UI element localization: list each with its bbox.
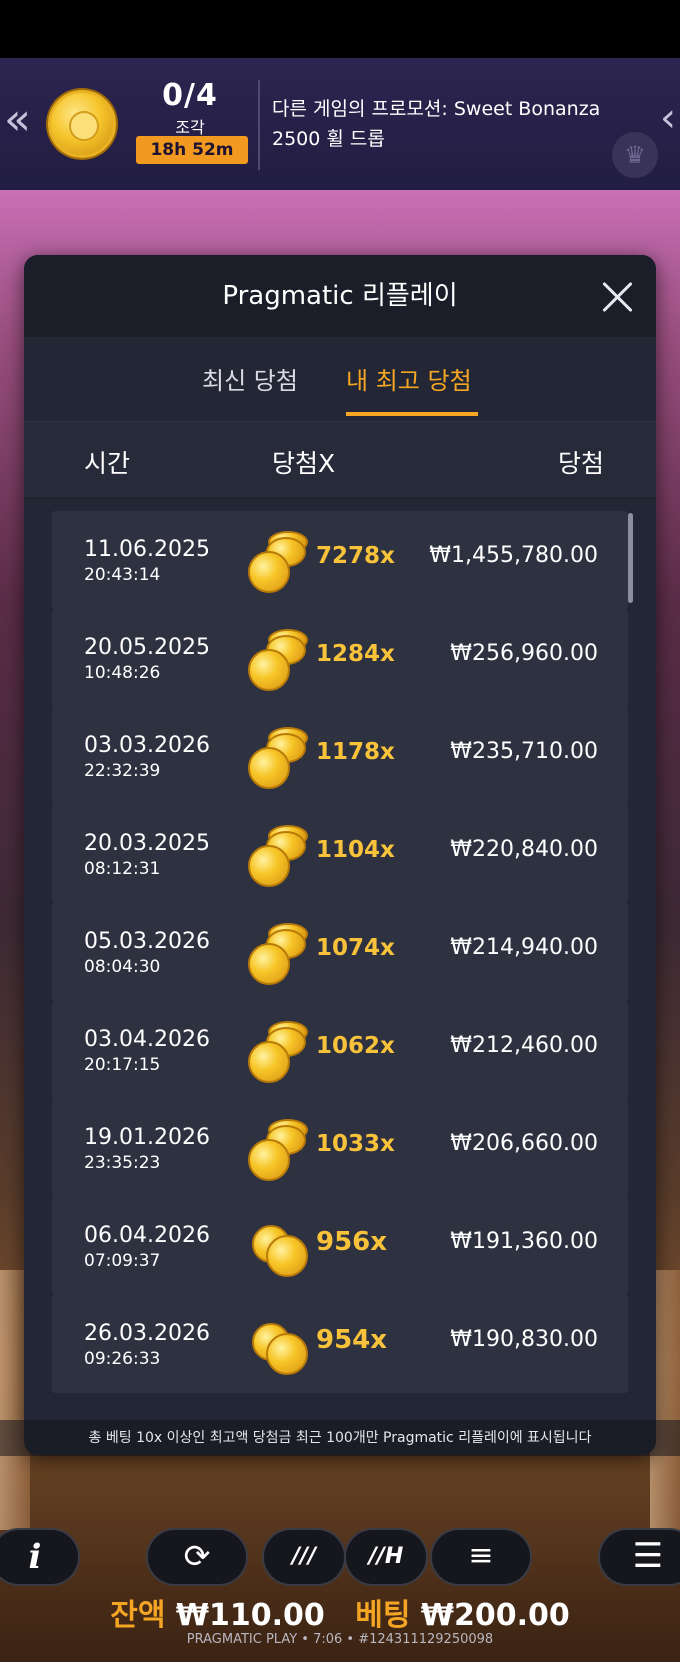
promo-collapse-arrow-icon[interactable]: ‹ (660, 98, 676, 138)
row-time: 20:17:15 (84, 1055, 161, 1075)
row-date: 05.03.2026 (84, 929, 210, 954)
turbo-spin-button[interactable]: /// (262, 1528, 346, 1586)
table-row[interactable]: 03.04.2026 20:17:15 1062x ₩212,460.00 (52, 1001, 628, 1099)
hyper-spin-button[interactable]: //H (344, 1528, 428, 1586)
promo-text: 다른 게임의 프로모션: Sweet Bonanza 2500 휠 드롭 (272, 98, 601, 150)
table-row[interactable]: 26.03.2026 09:26:33 954x ₩190,830.00 (52, 1295, 628, 1393)
coin-stack-icon (248, 1021, 314, 1083)
footer-info: PRAGMATIC PLAY • 7:06 • #124311129250098 (186, 1632, 494, 1647)
row-multiplier: 1033x (316, 1131, 395, 1157)
status-bar-area (0, 0, 680, 58)
table-row[interactable]: 06.04.2026 07:09:37 956x ₩191,360.00 (52, 1197, 628, 1295)
table-row[interactable]: 11.06.2025 20:43:14 7278x ₩1,455,780.00 (52, 511, 628, 609)
row-win: ₩206,660.00 (450, 1131, 598, 1156)
row-date: 03.03.2026 (84, 733, 210, 758)
wins-list[interactable]: 11.06.2025 20:43:14 7278x ₩1,455,780.00 … (24, 499, 656, 1455)
promo-prev-arrow-icon[interactable]: « (4, 98, 31, 142)
row-win: ₩220,840.00 (450, 837, 598, 862)
row-date: 20.03.2025 (84, 831, 210, 856)
row-time: 10:48:26 (84, 663, 161, 683)
row-date: 11.06.2025 (84, 537, 210, 562)
menu-button[interactable]: ☰ (598, 1528, 680, 1586)
row-multiplier: 1074x (316, 935, 395, 961)
row-date: 19.01.2026 (84, 1125, 210, 1150)
row-date: 06.04.2026 (84, 1223, 210, 1248)
row-multiplier: 1062x (316, 1033, 395, 1059)
promo-coin-icon (48, 90, 116, 158)
balance-label: 잔액 (110, 1598, 166, 1633)
table-row[interactable]: 19.01.2026 23:35:23 1033x ₩206,660.00 (52, 1099, 628, 1197)
row-time: 23:35:23 (84, 1153, 161, 1173)
autoplay-button[interactable]: ⟳ (146, 1528, 248, 1586)
promo-piece-unit: 조각 (175, 118, 205, 137)
list-scrollbar[interactable] (628, 513, 633, 603)
tab-my-best-wins[interactable]: 내 최고 당첨 (346, 361, 472, 396)
row-time: 08:04:30 (84, 957, 161, 977)
row-win: ₩191,360.00 (450, 1229, 598, 1254)
bet-value: ₩200.00 (420, 1598, 570, 1633)
bet-label: 베팅 (355, 1598, 411, 1633)
tab-latest-wins[interactable]: 최신 당첨 (202, 361, 298, 396)
row-win: ₩235,710.00 (450, 739, 598, 764)
tab-bar: 최신 당첨 내 최고 당첨 (24, 337, 656, 421)
row-win: ₩1,455,780.00 (429, 543, 598, 568)
coin-pile-icon (248, 1217, 314, 1279)
row-date: 20.05.2025 (84, 635, 210, 660)
row-time: 08:12:31 (84, 859, 161, 879)
promo-timer: 18h 52m (136, 136, 248, 164)
info-button[interactable]: i (0, 1528, 80, 1586)
row-time: 20:43:14 (84, 565, 161, 585)
crown-icon: ♛ (612, 132, 658, 178)
row-multiplier: 1178x (316, 739, 395, 765)
row-multiplier: 1104x (316, 837, 395, 863)
row-win: ₩214,940.00 (450, 935, 598, 960)
coin-stack-icon (248, 629, 314, 691)
row-time: 09:26:33 (84, 1349, 161, 1369)
row-time: 07:09:37 (84, 1251, 161, 1271)
balance-bar: 잔액 ₩110.00 베팅 ₩200.00 (0, 1590, 680, 1634)
coin-stack-icon (248, 1119, 314, 1181)
row-win: ₩212,460.00 (450, 1033, 598, 1058)
row-win: ₩256,960.00 (450, 641, 598, 666)
active-tab-indicator (346, 412, 478, 416)
row-multiplier: 7278x (316, 543, 395, 569)
row-date: 03.04.2026 (84, 1027, 210, 1052)
column-header-multiplier: 당첨X (272, 449, 336, 478)
close-icon[interactable] (596, 275, 638, 317)
row-multiplier: 956x (316, 1227, 388, 1257)
promo-divider (258, 80, 260, 170)
bet-settings-button[interactable]: ≡ (430, 1528, 532, 1586)
row-time: 22:32:39 (84, 761, 161, 781)
column-header-time: 시간 (84, 449, 131, 478)
row-win: ₩190,830.00 (450, 1327, 598, 1352)
table-row[interactable]: 05.03.2026 08:04:30 1074x ₩214,940.00 (52, 903, 628, 1001)
table-row[interactable]: 20.03.2025 08:12:31 1104x ₩220,840.00 (52, 805, 628, 903)
table-header: 시간 당첨X 당첨 (24, 421, 656, 499)
coin-stack-icon (248, 531, 314, 593)
row-multiplier: 1284x (316, 641, 395, 667)
balance-value: ₩110.00 (175, 1598, 325, 1633)
coin-pile-icon (248, 1315, 314, 1377)
modal-title: Pragmatic 리플레이 (222, 281, 458, 311)
replay-footnote: 총 베팅 10x 이상인 최고액 당첨금 최근 100개만 Pragmatic … (0, 1420, 680, 1456)
modal-header: Pragmatic 리플레이 (24, 255, 656, 337)
table-row[interactable]: 20.05.2025 10:48:26 1284x ₩256,960.00 (52, 609, 628, 707)
promo-piece-count: 0/4 (162, 78, 218, 113)
column-header-win: 당첨 (557, 449, 604, 478)
row-date: 26.03.2026 (84, 1321, 210, 1346)
row-multiplier: 954x (316, 1325, 388, 1355)
replay-modal: Pragmatic 리플레이 최신 당첨 내 최고 당첨 시간 당첨X 당첨 1… (24, 255, 656, 1455)
coin-stack-icon (248, 923, 314, 985)
promo-bar[interactable]: « 0/4 조각 18h 52m 다른 게임의 프로모션: Sweet Bona… (0, 58, 680, 190)
table-row[interactable]: 03.03.2026 22:32:39 1178x ₩235,710.00 (52, 707, 628, 805)
coin-stack-icon (248, 825, 314, 887)
coin-stack-icon (248, 727, 314, 789)
